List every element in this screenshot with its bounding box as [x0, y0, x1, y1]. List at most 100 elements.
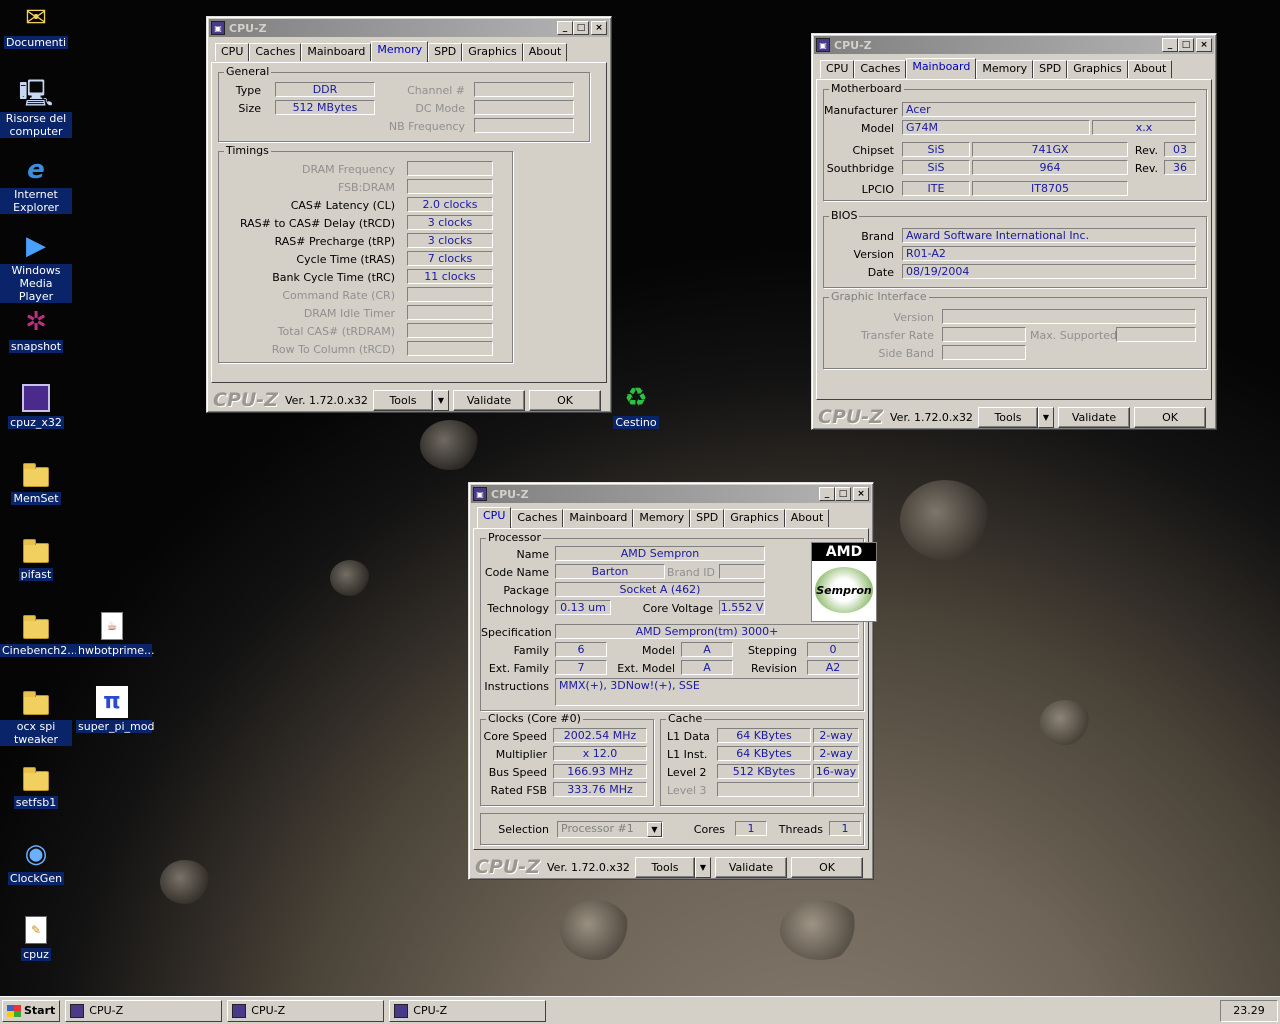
desktop-icon-ocx[interactable]: ocx spi tweaker	[0, 686, 72, 746]
tab-spd[interactable]: SPD	[1033, 60, 1068, 78]
tab-caches[interactable]: Caches	[854, 60, 907, 78]
processor-group: Processor Name AMD Sempron Code Name Bar…	[480, 531, 877, 711]
memory-page: General Type DDR Size 512 MBytes Channel…	[211, 62, 607, 383]
desktop-icon-cpuz[interactable]: ✎ cpuz	[0, 914, 72, 961]
memory-size-field: 512 MBytes	[275, 100, 375, 115]
lpcio-model-field: IT8705	[972, 181, 1128, 196]
specification-field: AMD Sempron(tm) 3000+	[555, 624, 859, 639]
manufacturer-field: Acer	[902, 102, 1196, 117]
desktop-icon-setfsb[interactable]: setfsb1	[0, 762, 72, 809]
minimize-button[interactable]: _	[557, 21, 573, 35]
instructions-field: MMX(+), 3DNow!(+), SSE	[555, 678, 859, 706]
model-revision-field: x.x	[1092, 120, 1196, 135]
dc-mode-field	[474, 100, 574, 115]
cpuz-memory-window[interactable]: ▣ CPU-Z _ □ × CPU Caches Mainboard Memory SPD Gra…	[206, 16, 612, 413]
tools-button[interactable]: Tools	[373, 389, 433, 411]
ok-button[interactable]: OK	[1134, 406, 1206, 428]
maximize-button[interactable]: □	[573, 21, 589, 35]
tab-graphics[interactable]: Graphics	[462, 43, 523, 61]
tab-memory[interactable]: Memory	[371, 41, 429, 62]
moon-crater	[1040, 700, 1090, 745]
tab-cpu[interactable]: CPU	[477, 507, 512, 528]
tab-cpu[interactable]: CPU	[215, 43, 250, 61]
taskbar-item-cpuz[interactable]: CPU-Z	[227, 999, 385, 1022]
timing-value-field	[407, 323, 493, 338]
timing-value-field: 11 clocks	[407, 269, 493, 284]
ok-button[interactable]: OK	[791, 856, 863, 878]
desktop-icon-wmp[interactable]: ▶ Windows Media Player	[0, 230, 72, 303]
validate-button[interactable]: Validate	[453, 389, 525, 411]
validate-button[interactable]: Validate	[715, 856, 787, 878]
cpuz-cpu-window[interactable]: ▣ CPU-Z _ □ × CPU Caches Mainboard Memory SPD Gra…	[468, 482, 877, 880]
tools-dropdown-arrow-icon[interactable]: ▼	[1038, 406, 1054, 428]
desktop-icon-hwbotprime[interactable]: ☕ hwbotprime...	[76, 610, 155, 657]
folder-icon	[23, 539, 49, 563]
clocks-group: Clocks (Core #0) Core Speed 2002.54 MHz …	[480, 712, 654, 806]
tab-graphics[interactable]: Graphics	[1067, 60, 1128, 78]
desktop-icon-risorse[interactable]: 🖳 Risorse del computer	[0, 78, 72, 138]
l1-inst-assoc-field: 2-way	[813, 746, 859, 761]
tab-about[interactable]: About	[784, 509, 830, 527]
tab-cpu[interactable]: CPU	[820, 60, 855, 78]
ok-button[interactable]: OK	[529, 389, 601, 411]
cpuz-mainboard-window[interactable]: ▣ CPU-Z _ □ × CPU Caches Mainboard Memory SPD Gra…	[811, 33, 1217, 430]
close-button[interactable]: ×	[591, 21, 607, 35]
tab-caches[interactable]: Caches	[511, 509, 564, 527]
version-text: Ver. 1.72.0.x32	[890, 410, 973, 424]
start-button[interactable]: Start	[2, 999, 61, 1022]
tools-dropdown-arrow-icon[interactable]: ▼	[433, 389, 449, 411]
minimize-button[interactable]: _	[1162, 38, 1178, 52]
tools-button[interactable]: Tools	[635, 856, 695, 878]
title-bar[interactable]: ▣ CPU-Z _ □ ×	[471, 485, 871, 503]
tab-memory[interactable]: Memory	[633, 509, 691, 527]
desktop-icon-documenti[interactable]: ✉ Documenti	[0, 2, 72, 49]
taskbar-item-cpuz[interactable]: CPU-Z	[65, 999, 223, 1022]
cpuz-app-icon: ▣	[211, 21, 225, 35]
nb-frequency-field	[474, 118, 574, 133]
tab-caches[interactable]: Caches	[249, 43, 302, 61]
tab-spd[interactable]: SPD	[428, 43, 463, 61]
tools-dropdown-arrow-icon[interactable]: ▼	[695, 856, 711, 878]
desktop-icon-memset[interactable]: MemSet	[0, 458, 72, 505]
desktop-icon-cpuz-x32[interactable]: cpuz_x32	[0, 382, 72, 429]
maximize-button[interactable]: □	[1178, 38, 1194, 52]
close-button[interactable]: ×	[1196, 38, 1212, 52]
family-field: 6	[555, 642, 607, 657]
superpi-icon: π	[96, 686, 128, 718]
tools-button[interactable]: Tools	[978, 406, 1038, 428]
tab-spd[interactable]: SPD	[690, 509, 725, 527]
taskbar-item-cpuz[interactable]: CPU-Z	[389, 999, 547, 1022]
general-group: General Type DDR Size 512 MBytes Channel…	[218, 65, 590, 142]
desktop-icon-pifast[interactable]: pifast	[0, 534, 72, 581]
close-button[interactable]: ×	[853, 487, 869, 501]
desktop-icon-clockgen[interactable]: ◉ ClockGen	[0, 838, 72, 885]
title-bar[interactable]: ▣ CPU-Z _ □ ×	[209, 19, 609, 37]
tab-about[interactable]: About	[1127, 60, 1173, 78]
cpuz-icon	[20, 382, 52, 414]
timing-label: DRAM Frequency	[301, 163, 395, 176]
tab-mainboard[interactable]: Mainboard	[563, 509, 634, 527]
validate-button[interactable]: Validate	[1058, 406, 1130, 428]
minimize-button[interactable]: _	[819, 487, 835, 501]
desktop-icon-ie[interactable]: e Internet Explorer	[0, 154, 72, 214]
bottom-bar: CPU-Z Ver. 1.72.0.x32 Tools ▼ Validate OK	[213, 389, 605, 411]
desktop-icon-cinebench[interactable]: Cinebench2...	[0, 610, 78, 657]
motherboard-group: Motherboard Manufacturer Acer Model G74M…	[823, 82, 1207, 201]
documents-icon: ✉	[25, 3, 47, 33]
folder-icon	[23, 691, 49, 715]
title-bar[interactable]: ▣ CPU-Z _ □ ×	[814, 36, 1214, 54]
desktop-icon-superpi[interactable]: π super_pi_mod	[76, 686, 154, 733]
notepad-file-icon: ✎	[20, 914, 52, 946]
southbridge-vendor-field: SiS	[902, 160, 970, 175]
tab-memory[interactable]: Memory	[976, 60, 1034, 78]
tab-graphics[interactable]: Graphics	[724, 509, 785, 527]
timing-value-field	[407, 341, 493, 356]
desktop-icon-snapshot[interactable]: ✲ snapshot	[0, 306, 72, 353]
timing-label: Cycle Time (tRAS)	[296, 253, 395, 266]
tab-mainboard[interactable]: Mainboard	[301, 43, 372, 61]
gi-side-band-field	[942, 345, 1026, 360]
tab-about[interactable]: About	[522, 43, 568, 61]
tab-mainboard[interactable]: Mainboard	[906, 58, 977, 79]
maximize-button[interactable]: □	[835, 487, 851, 501]
select-dropdown-arrow-icon[interactable]: ▼	[647, 822, 662, 837]
